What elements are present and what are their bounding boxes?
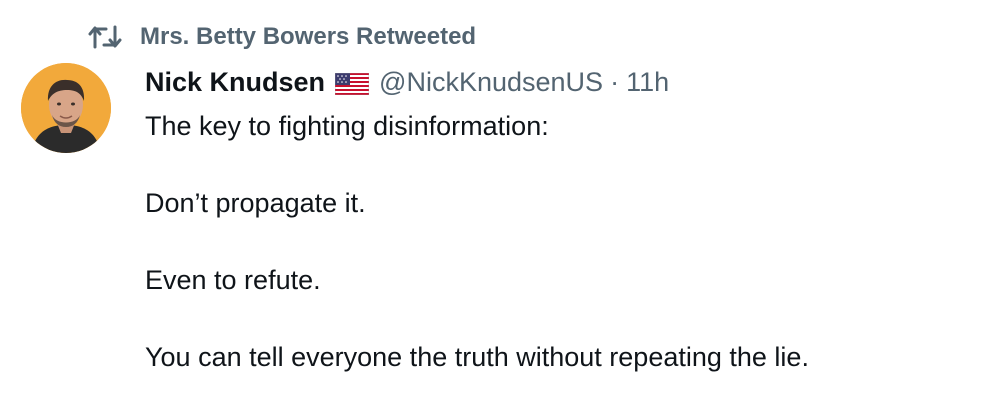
author-handle[interactable]: @NickKnudsenUS: [379, 67, 603, 98]
tweet-paragraph: You can tell everyone the truth without …: [145, 342, 809, 372]
tweet-paragraph: Even to refute.: [145, 265, 321, 295]
author-display-name[interactable]: Nick Knudsen: [145, 67, 325, 98]
retweet-label: Mrs. Betty Bowers Retweeted: [140, 23, 477, 50]
tweet-text: The key to fighting disinformation: Don’…: [145, 106, 975, 377]
separator-dot: ·: [610, 66, 620, 97]
retweet-context[interactable]: Mrs. Betty Bowers Retweeted: [88, 20, 476, 54]
tweet-timestamp[interactable]: 11h: [626, 67, 669, 98]
tweet-header: Nick Knudsen @NickKnudsenUS · 11h: [145, 62, 669, 102]
tweet-paragraph: Don’t propagate it.: [145, 188, 366, 218]
avatar[interactable]: [21, 63, 111, 153]
tweet-card[interactable]: Mrs. Betty Bowers Retweeted Nick Knudsen: [0, 0, 1001, 402]
tweet-paragraph: The key to fighting disinformation:: [145, 111, 549, 141]
retweet-icon: [88, 22, 122, 52]
us-flag-icon: [334, 71, 370, 96]
